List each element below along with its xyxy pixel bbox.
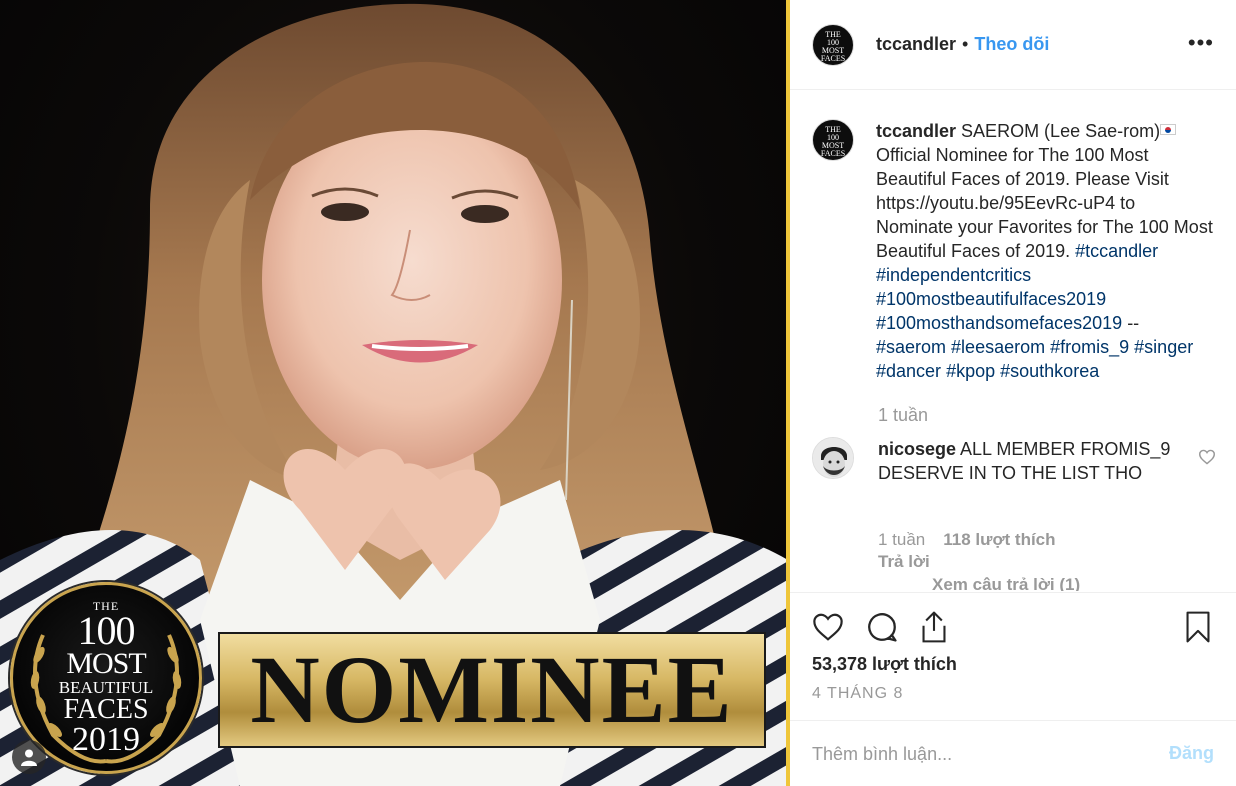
comment-timestamp[interactable]: 1 tuần — [878, 530, 925, 549]
share-button[interactable] — [916, 609, 952, 645]
caption: THE 100 MOST FACES tccandler SAEROM (Lee… — [812, 119, 1222, 383]
comment-button[interactable] — [864, 609, 900, 645]
post-image[interactable]: THE 100 MOST BEAUTIFUL FACES 2019 NOMINE… — [0, 0, 788, 786]
commenter-username[interactable]: nicosege — [878, 439, 956, 459]
post-sidebar: THE 100 MOST FACES tccandler • Theo dõi … — [790, 0, 1236, 786]
post-comment-button[interactable]: Đăng — [1169, 743, 1214, 764]
action-buttons — [810, 609, 1216, 645]
post-date[interactable]: 4 THÁNG 8 — [812, 685, 903, 703]
more-options-icon[interactable]: ••• — [1188, 30, 1214, 56]
caption-dashes: -- — [1122, 313, 1140, 333]
hashtag[interactable]: #100mosthandsomefaces2019 — [876, 313, 1122, 333]
caption-text-2: Official Nominee for The 100 Most Beauti… — [876, 145, 1213, 261]
commenter-face-icon — [813, 438, 853, 478]
hashtag[interactable]: #saerom — [876, 337, 946, 357]
comment-likes[interactable]: 118 lượt thích — [943, 530, 1055, 549]
heart-icon — [813, 613, 843, 641]
seal-100: 100 — [77, 608, 136, 653]
avatar-logo: THE 100 MOST FACES — [813, 30, 853, 63]
add-comment-bar: Đăng — [790, 720, 1236, 786]
hashtag[interactable]: #fromis_9 — [1050, 337, 1129, 357]
speech-bubble-icon — [868, 613, 897, 642]
commenter-avatar[interactable] — [812, 437, 854, 479]
author-avatar[interactable]: THE 100 MOST FACES — [812, 23, 854, 66]
comment-text: nicosege ALL MEMBER FROMIS_9 DESERVE IN … — [878, 437, 1178, 485]
comment-meta: 1 tuần 118 lượt thích Trả lời — [878, 529, 1056, 573]
cap-avatar-line-4: FACES — [820, 149, 846, 158]
caption-avatar-logo: THE 100 MOST FACES — [813, 126, 853, 158]
bookmark-icon — [1186, 611, 1210, 643]
follow-button[interactable]: Theo dõi — [974, 34, 1049, 55]
likes-count[interactable]: 53,378 lượt thích — [812, 654, 957, 675]
reply-button[interactable]: Trả lời — [878, 551, 1056, 573]
hashtag[interactable]: #southkorea — [1000, 361, 1099, 381]
comments-list[interactable]: THE 100 MOST FACES tccandler SAEROM (Lee… — [790, 91, 1236, 591]
caption-username[interactable]: tccandler — [876, 121, 956, 141]
hashtag[interactable]: #tccandler — [1075, 241, 1158, 261]
hashtag[interactable]: #singer — [1134, 337, 1193, 357]
hashtag[interactable]: #kpop — [946, 361, 995, 381]
post-modal: THE 100 MOST BEAUTIFUL FACES 2019 NOMINE… — [0, 0, 1236, 786]
avatar-line-4: FACES — [820, 53, 846, 63]
author-username[interactable]: tccandler — [876, 34, 956, 55]
post-header: THE 100 MOST FACES tccandler • Theo dõi … — [790, 0, 1236, 90]
hashtag[interactable]: #independentcritics — [876, 265, 1031, 285]
save-button[interactable] — [1180, 609, 1216, 645]
view-replies-button[interactable]: Xem câu trả lời (1) — [932, 575, 1080, 591]
hashtag[interactable]: #leesaerom — [951, 337, 1045, 357]
comment-like-heart-icon[interactable] — [1198, 449, 1216, 465]
post-actions: 53,378 lượt thích 4 THÁNG 8 — [790, 592, 1236, 720]
caption-text-1: SAEROM (Lee Sae-rom) — [956, 121, 1161, 141]
hashtag[interactable]: #dancer — [876, 361, 941, 381]
comment-input[interactable] — [812, 741, 1142, 767]
hashtag[interactable]: #100mostbeautifulfaces2019 — [876, 289, 1106, 309]
caption-avatar[interactable]: THE 100 MOST FACES — [812, 119, 854, 161]
header-separator: • — [962, 34, 969, 54]
share-icon — [922, 611, 946, 643]
nominee-text: NOMINEE — [250, 636, 734, 743]
caption-timestamp[interactable]: 1 tuần — [878, 405, 928, 426]
caption-text: tccandler SAEROM (Lee Sae-rom) Official … — [876, 119, 1214, 383]
tagged-users-button[interactable] — [12, 740, 46, 774]
like-button[interactable] — [810, 609, 846, 645]
comment-item: nicosege ALL MEMBER FROMIS_9 DESERVE IN … — [812, 437, 1222, 485]
korea-flag-icon — [1160, 124, 1177, 135]
nominee-banner: NOMINEE — [218, 632, 766, 748]
seal-most: MOST — [66, 647, 146, 680]
user-icon — [21, 749, 37, 766]
